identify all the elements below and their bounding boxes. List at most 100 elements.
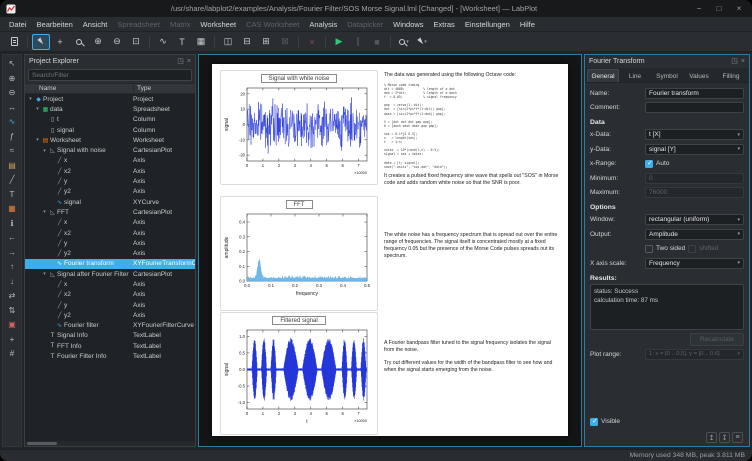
worksheet-text-filter-info[interactable]: A Fourier bandpass filter tuned to the s… — [384, 340, 562, 374]
tree-row[interactable]: TFourier Filter InfoTextLabel — [25, 351, 195, 361]
column-header-name[interactable]: Name — [25, 85, 133, 92]
tab-symbol[interactable]: Symbol — [651, 69, 683, 82]
vertical-layout-button[interactable]: ◫ — [219, 34, 237, 50]
zoom-out-button[interactable]: ⊖ — [108, 34, 126, 50]
output-combobox[interactable]: Amplitude — [645, 229, 744, 240]
tab-filling[interactable]: Filling — [715, 69, 747, 82]
tree-row[interactable]: ▾◺Signal with noiseCartesianPlot — [25, 145, 195, 155]
tree-row[interactable]: ╱y2Axis — [25, 310, 195, 320]
tree-row[interactable]: ╱y2Axis — [25, 248, 195, 258]
tab-line[interactable]: Line — [619, 69, 651, 82]
tool-add-info-element[interactable]: ℹ — [5, 217, 20, 231]
copy-properties-icon[interactable]: ≡ — [732, 432, 743, 443]
menu-spreadsheet[interactable]: Spreadsheet — [112, 20, 165, 29]
plot-title[interactable]: Signal with white noise — [261, 74, 338, 83]
tree-row[interactable]: ╱xAxis — [25, 156, 195, 166]
save-template-icon[interactable]: ↧ — [719, 432, 730, 443]
name-input[interactable] — [645, 88, 744, 99]
tree-row[interactable]: TFFT InfoTextLabel — [25, 341, 195, 351]
tree-row[interactable]: ╱yAxis — [25, 238, 195, 248]
tool-auto-scale[interactable]: ▣ — [5, 318, 20, 332]
navigate-mode-button[interactable]: + — [51, 34, 69, 50]
menu-hilfe[interactable]: Hilfe — [515, 20, 540, 29]
add-text-label-button[interactable]: T — [173, 34, 191, 50]
auto-range-checkbox[interactable] — [645, 160, 653, 168]
plot-fft[interactable]: FFT 0.00.10.20.30.40.50.40.30.20.10.0amp… — [220, 196, 378, 311]
recalculate-button[interactable]: Recalculate — [690, 333, 744, 346]
tree-row[interactable]: ▾◺Signal after Fourier FilterCartesianPl… — [25, 269, 195, 279]
load-template-icon[interactable]: ↥ — [706, 432, 717, 443]
tree-row[interactable]: ╱x2Axis — [25, 166, 195, 176]
window-combobox[interactable]: rectangular (uniform) — [645, 214, 744, 225]
tree-row[interactable]: ▾▤WorksheetWorksheet — [25, 135, 195, 145]
plot-signal-with-noise[interactable]: Signal with white noise 0123456720100-10… — [220, 70, 378, 185]
break-layout-button[interactable]: ⊠ — [276, 34, 294, 50]
column-header-type[interactable]: Type — [133, 85, 195, 92]
plot-canvas[interactable]: 0.00.10.20.30.40.50.40.30.20.10.0amplitu… — [221, 209, 377, 305]
tool-shift-down[interactable]: ↓ — [5, 275, 20, 289]
tree-row[interactable]: ╱xAxis — [25, 279, 195, 289]
dock-close-icon[interactable]: × — [741, 55, 745, 68]
tab-values[interactable]: Values — [683, 69, 715, 82]
plot-range-combobox[interactable]: 1: x = [0 .. 0.5], y = [0 .. 0.6] — [645, 349, 744, 360]
comment-input[interactable] — [645, 102, 744, 113]
tool-add-text-label[interactable]: T — [5, 188, 20, 202]
tool-add-legend[interactable]: ▤ — [5, 159, 20, 173]
two-sided-checkbox[interactable] — [645, 245, 653, 253]
search-input[interactable] — [32, 72, 188, 79]
tool-select[interactable]: ↖ — [5, 57, 20, 71]
tool-add-custom-point[interactable]: + — [5, 333, 20, 347]
y-data-combobox[interactable]: signal [Y] — [645, 144, 744, 155]
tree-row[interactable]: ╱y2Axis — [25, 187, 195, 197]
tool-add-equation-curve[interactable]: ƒ — [5, 130, 20, 144]
worksheet-view[interactable]: Signal with white noise 0123456720100-10… — [198, 54, 582, 447]
tool-zoom-out[interactable]: ⊖ — [5, 86, 20, 100]
tool-add-axis[interactable]: ╱ — [5, 173, 20, 187]
tool-zoom-fit[interactable]: ↔ — [5, 101, 20, 115]
plot-filtered-signal[interactable]: Filtered signal 012345671.00.50.0-0.5-1.… — [220, 312, 378, 435]
new-document-button[interactable] — [5, 34, 23, 50]
tree-row[interactable]: ╱yAxis — [25, 176, 195, 186]
worksheet-text-fft-info[interactable]: The white noise has a frequency spectrum… — [384, 232, 562, 260]
worksheet-page[interactable]: Signal with white noise 0123456720100-10… — [212, 64, 568, 436]
menu-datei[interactable]: Datei — [4, 20, 32, 29]
tool-zoom-in[interactable]: ⊕ — [5, 72, 20, 86]
menu-extras[interactable]: Extras — [429, 20, 460, 29]
menu-matrix[interactable]: Matrix — [165, 20, 195, 29]
minimize-button[interactable]: − — [692, 0, 706, 17]
tree-row[interactable]: ∿Fourier transformXYFourierTransformCurv… — [25, 259, 195, 269]
delete-button[interactable]: × — [303, 34, 321, 50]
zoom-select-mode-button[interactable] — [70, 34, 88, 50]
zoom-level-button[interactable]: ▾ — [395, 34, 413, 50]
dock-float-icon[interactable]: ◳ — [731, 55, 738, 68]
tree-row[interactable]: ╱xAxis — [25, 218, 195, 228]
tool-add-image[interactable]: ▦ — [5, 202, 20, 216]
plot-canvas[interactable]: 012345671.00.50.0-0.5-1.0signalt×10000 — [221, 325, 377, 429]
worksheet-text-data-info[interactable]: The data was generated using the followi… — [384, 72, 562, 187]
tree-row[interactable]: ▯signalColumn — [25, 125, 195, 135]
scrollbar-thumb[interactable] — [27, 442, 57, 445]
maximum-input[interactable]: 76000 — [645, 187, 744, 198]
tool-shift-left[interactable]: ← — [5, 231, 20, 245]
close-button[interactable]: × — [732, 0, 746, 17]
grid-layout-button[interactable]: ⊞ — [257, 34, 275, 50]
menu-bearbeiten[interactable]: Bearbeiten — [32, 20, 78, 29]
menu-worksheet[interactable]: Worksheet — [195, 20, 241, 29]
zoom-in-button[interactable]: ⊕ — [89, 34, 107, 50]
zoom-fit-button[interactable]: ⊡ — [127, 34, 145, 50]
tool-add-curve[interactable]: ∿ — [5, 115, 20, 129]
explorer-float-icon[interactable]: ◳ — [177, 55, 184, 68]
menu-datapicker[interactable]: Datapicker — [342, 20, 388, 29]
tree-row[interactable]: ∿Fourier filterXYFourierFilterCurve — [25, 321, 195, 331]
menu-windows[interactable]: Windows — [388, 20, 428, 29]
tree-row[interactable]: ▾▦dataSpreadsheet — [25, 104, 195, 114]
menu-ansicht[interactable]: Ansicht — [78, 20, 113, 29]
tool-shift-up[interactable]: ↑ — [5, 260, 20, 274]
shifted-checkbox[interactable] — [688, 245, 696, 253]
x-data-combobox[interactable]: t [X] — [645, 129, 744, 140]
pause-button[interactable]: ∥ — [349, 34, 367, 50]
tree-row[interactable]: ▾◺FFTCartesianPlot — [25, 207, 195, 217]
tree-row[interactable]: ╱x2Axis — [25, 290, 195, 300]
tree-row[interactable]: TSignal InfoTextLabel — [25, 331, 195, 341]
tab-general[interactable]: General — [587, 69, 619, 82]
